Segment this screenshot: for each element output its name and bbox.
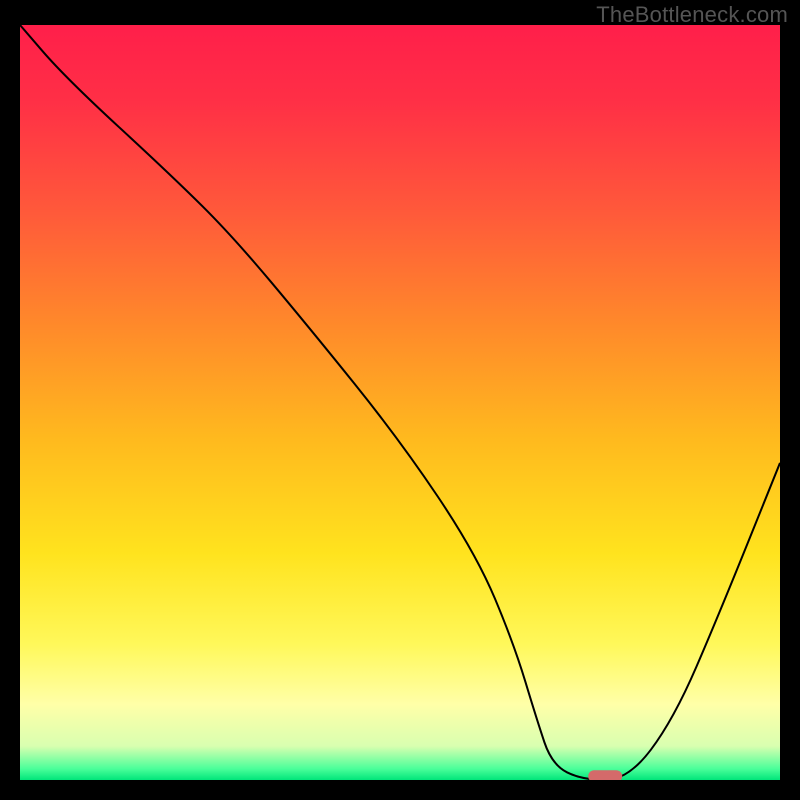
chart-marker [588,770,622,780]
chart-frame: TheBottleneck.com [0,0,800,800]
chart-svg [20,25,780,780]
watermark-text: TheBottleneck.com [596,2,788,28]
chart-background [20,25,780,780]
plot-area [20,25,780,780]
